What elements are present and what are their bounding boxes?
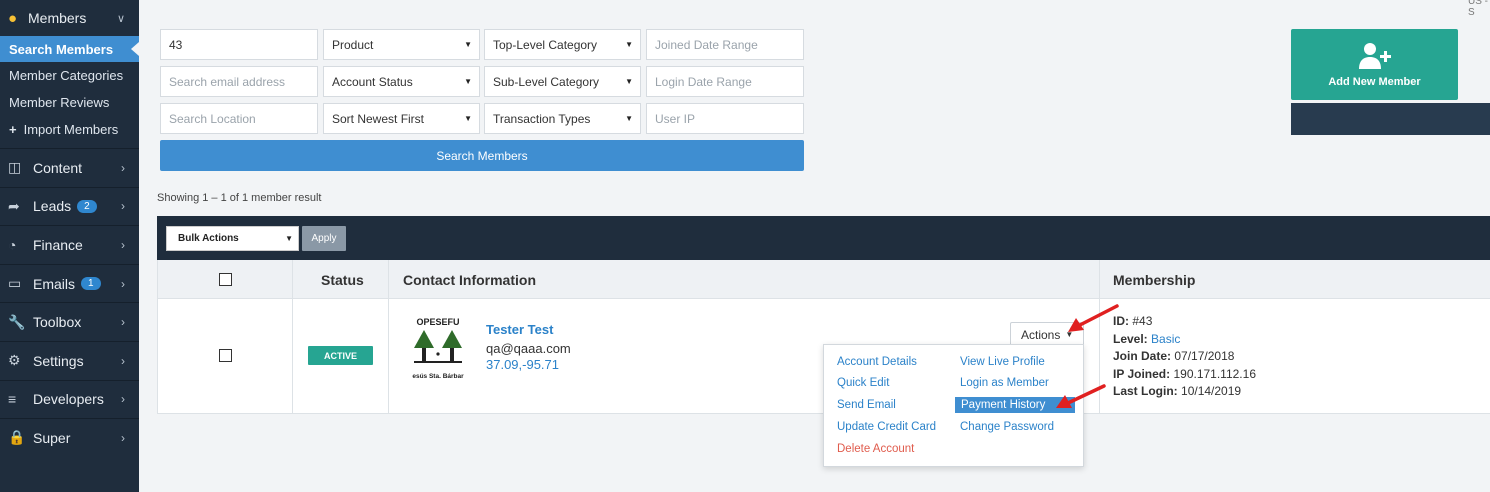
users-icon: ●	[8, 9, 18, 27]
annotation-arrow-payment-history	[1056, 384, 1106, 408]
folder-icon: ◫	[8, 159, 22, 176]
actions-menu: Account Details View Live Profile Quick …	[823, 344, 1084, 467]
sidebar-item-label: Super	[33, 429, 71, 446]
sidebar-item-developers[interactable]: ≡ Developers ›	[0, 379, 139, 419]
chevron-right-icon: ›	[121, 315, 125, 330]
apply-button[interactable]: Apply	[302, 226, 346, 251]
sidebar: ● Members ∨ Search Members Member Catego…	[0, 0, 139, 492]
membership-level: Level: Basic	[1113, 332, 1181, 346]
sidebar-item-label: Settings	[33, 352, 84, 369]
sliders-icon: ≡	[8, 391, 17, 408]
sidebar-item-import-members[interactable]: + Import Members	[0, 116, 139, 143]
sidebar-sub-label: Member Reviews	[9, 95, 110, 110]
sidebar-item-finance[interactable]: ◔ Finance ›	[0, 225, 139, 264]
sidebar-item-super[interactable]: 🔒 Super ›	[0, 418, 139, 457]
pie-chart-icon: ◔	[8, 236, 17, 253]
chevron-down-icon: ∨	[116, 12, 125, 25]
membership-column-header: Membership	[1113, 272, 1196, 288]
select-all-checkbox[interactable]	[219, 273, 232, 286]
chevron-right-icon: ›	[121, 237, 125, 252]
lock-icon: 🔒	[8, 429, 26, 446]
bulk-actions-select[interactable]: Bulk Actions	[166, 226, 299, 251]
member-email: qa@qaaa.com	[486, 341, 571, 356]
menu-item-change-password[interactable]: Change Password	[960, 421, 1054, 433]
top-level-category-select[interactable]: Top-Level Category	[484, 29, 641, 60]
membership-ip-joined: IP Joined: 190.171.112.16	[1113, 367, 1256, 381]
emails-count-badge: 1	[81, 277, 101, 291]
menu-item-send-email[interactable]: Send Email	[837, 399, 896, 411]
sidebar-item-label: Emails	[33, 275, 76, 292]
sort-select[interactable]: Sort Newest First	[323, 103, 480, 134]
membership-level-link[interactable]: Basic	[1151, 332, 1180, 346]
add-user-icon	[1358, 42, 1391, 69]
menu-item-account-details[interactable]: Account Details	[837, 356, 917, 368]
location-search-input[interactable]: Search Location	[160, 103, 318, 134]
menu-item-quick-edit[interactable]: Quick Edit	[837, 377, 889, 389]
add-new-member-button[interactable]: Add New Member	[1291, 29, 1458, 100]
sidebar-item-label: Leads	[33, 198, 72, 215]
transaction-types-select[interactable]: Transaction Types	[484, 103, 641, 134]
region-label: US - S	[1468, 0, 1488, 18]
chevron-right-icon: ›	[121, 199, 125, 214]
sidebar-item-search-members[interactable]: Search Members	[0, 36, 139, 62]
member-logo: OPESEFU esús Sta. Bárbar	[412, 317, 464, 380]
product-select[interactable]: Product	[323, 29, 480, 60]
chevron-right-icon: ›	[121, 430, 125, 445]
chevron-right-icon: ›	[121, 353, 125, 368]
add-new-member-label: Add New Member	[1328, 75, 1421, 88]
sidebar-sub-label: Import Members	[23, 122, 119, 137]
sidebar-item-emails[interactable]: ▭ Emails 1 ›	[0, 263, 139, 303]
wrench-icon: 🔧	[8, 313, 26, 330]
logo-text-bottom: esús Sta. Bárbar	[412, 373, 464, 380]
annotation-arrow-actions	[1068, 304, 1119, 332]
sidebar-item-label: Finance	[33, 236, 83, 253]
sidebar-item-label: Content	[33, 159, 83, 176]
share-icon: ➦	[8, 197, 20, 214]
gear-icon: ⚙	[8, 352, 21, 369]
status-badge: ACTIVE	[308, 346, 373, 365]
actions-label: Actions	[1021, 327, 1061, 342]
secondary-action-bar[interactable]	[1291, 103, 1490, 135]
membership-last-login: Last Login: 10/14/2019	[1113, 384, 1242, 398]
sidebar-item-leads[interactable]: ➦ Leads 2 ›	[0, 186, 139, 226]
leads-count-badge: 2	[77, 199, 97, 213]
sidebar-item-label: Toolbox	[33, 314, 82, 331]
sidebar-item-toolbox[interactable]: 🔧 Toolbox ›	[0, 302, 139, 341]
plus-icon: +	[9, 122, 17, 137]
account-status-select[interactable]: Account Status	[323, 66, 480, 97]
row-checkbox[interactable]	[219, 349, 232, 362]
joined-date-range-input[interactable]: Joined Date Range	[646, 29, 804, 60]
sidebar-item-member-reviews[interactable]: Member Reviews	[0, 89, 139, 116]
bulk-actions-bar	[157, 216, 1490, 260]
menu-item-update-credit-card[interactable]: Update Credit Card	[837, 421, 936, 433]
chevron-right-icon: ›	[121, 392, 125, 407]
inbox-icon: ▭	[8, 275, 22, 292]
sidebar-item-label: Developers	[33, 391, 104, 408]
user-ip-input[interactable]: User IP	[646, 103, 804, 134]
status-column-header: Status	[321, 272, 364, 288]
sidebar-members-label: Members	[28, 10, 87, 26]
logo-text-top: OPESEFU	[416, 317, 459, 327]
email-search-input[interactable]: Search email address	[160, 66, 318, 97]
membership-join-date: Join Date: 07/17/2018	[1113, 349, 1235, 363]
sidebar-item-member-categories[interactable]: Member Categories	[0, 62, 139, 89]
menu-item-delete-account[interactable]: Delete Account	[837, 443, 914, 455]
sidebar-item-settings[interactable]: ⚙ Settings ›	[0, 340, 139, 380]
results-count: Showing 1 – 1 of 1 member result	[157, 192, 322, 204]
sidebar-item-content[interactable]: ◫ Content ›	[0, 148, 139, 187]
chevron-right-icon: ›	[121, 160, 125, 175]
menu-item-login-as-member[interactable]: Login as Member	[960, 377, 1049, 389]
sidebar-sub-label: Member Categories	[9, 68, 124, 83]
sub-level-category-select[interactable]: Sub-Level Category	[484, 66, 641, 97]
chevron-right-icon: ›	[121, 276, 125, 291]
login-date-range-input[interactable]: Login Date Range	[646, 66, 804, 97]
search-members-button[interactable]: Search Members	[160, 140, 804, 171]
menu-item-view-live-profile[interactable]: View Live Profile	[960, 356, 1045, 368]
keyword-input[interactable]: 43	[160, 29, 318, 60]
member-location-link[interactable]: 37.09,-95.71	[486, 357, 559, 372]
contact-column-header: Contact Information	[403, 272, 536, 288]
member-name-link[interactable]: Tester Test	[486, 322, 553, 337]
sidebar-members-header[interactable]: ● Members ∨	[0, 0, 139, 36]
